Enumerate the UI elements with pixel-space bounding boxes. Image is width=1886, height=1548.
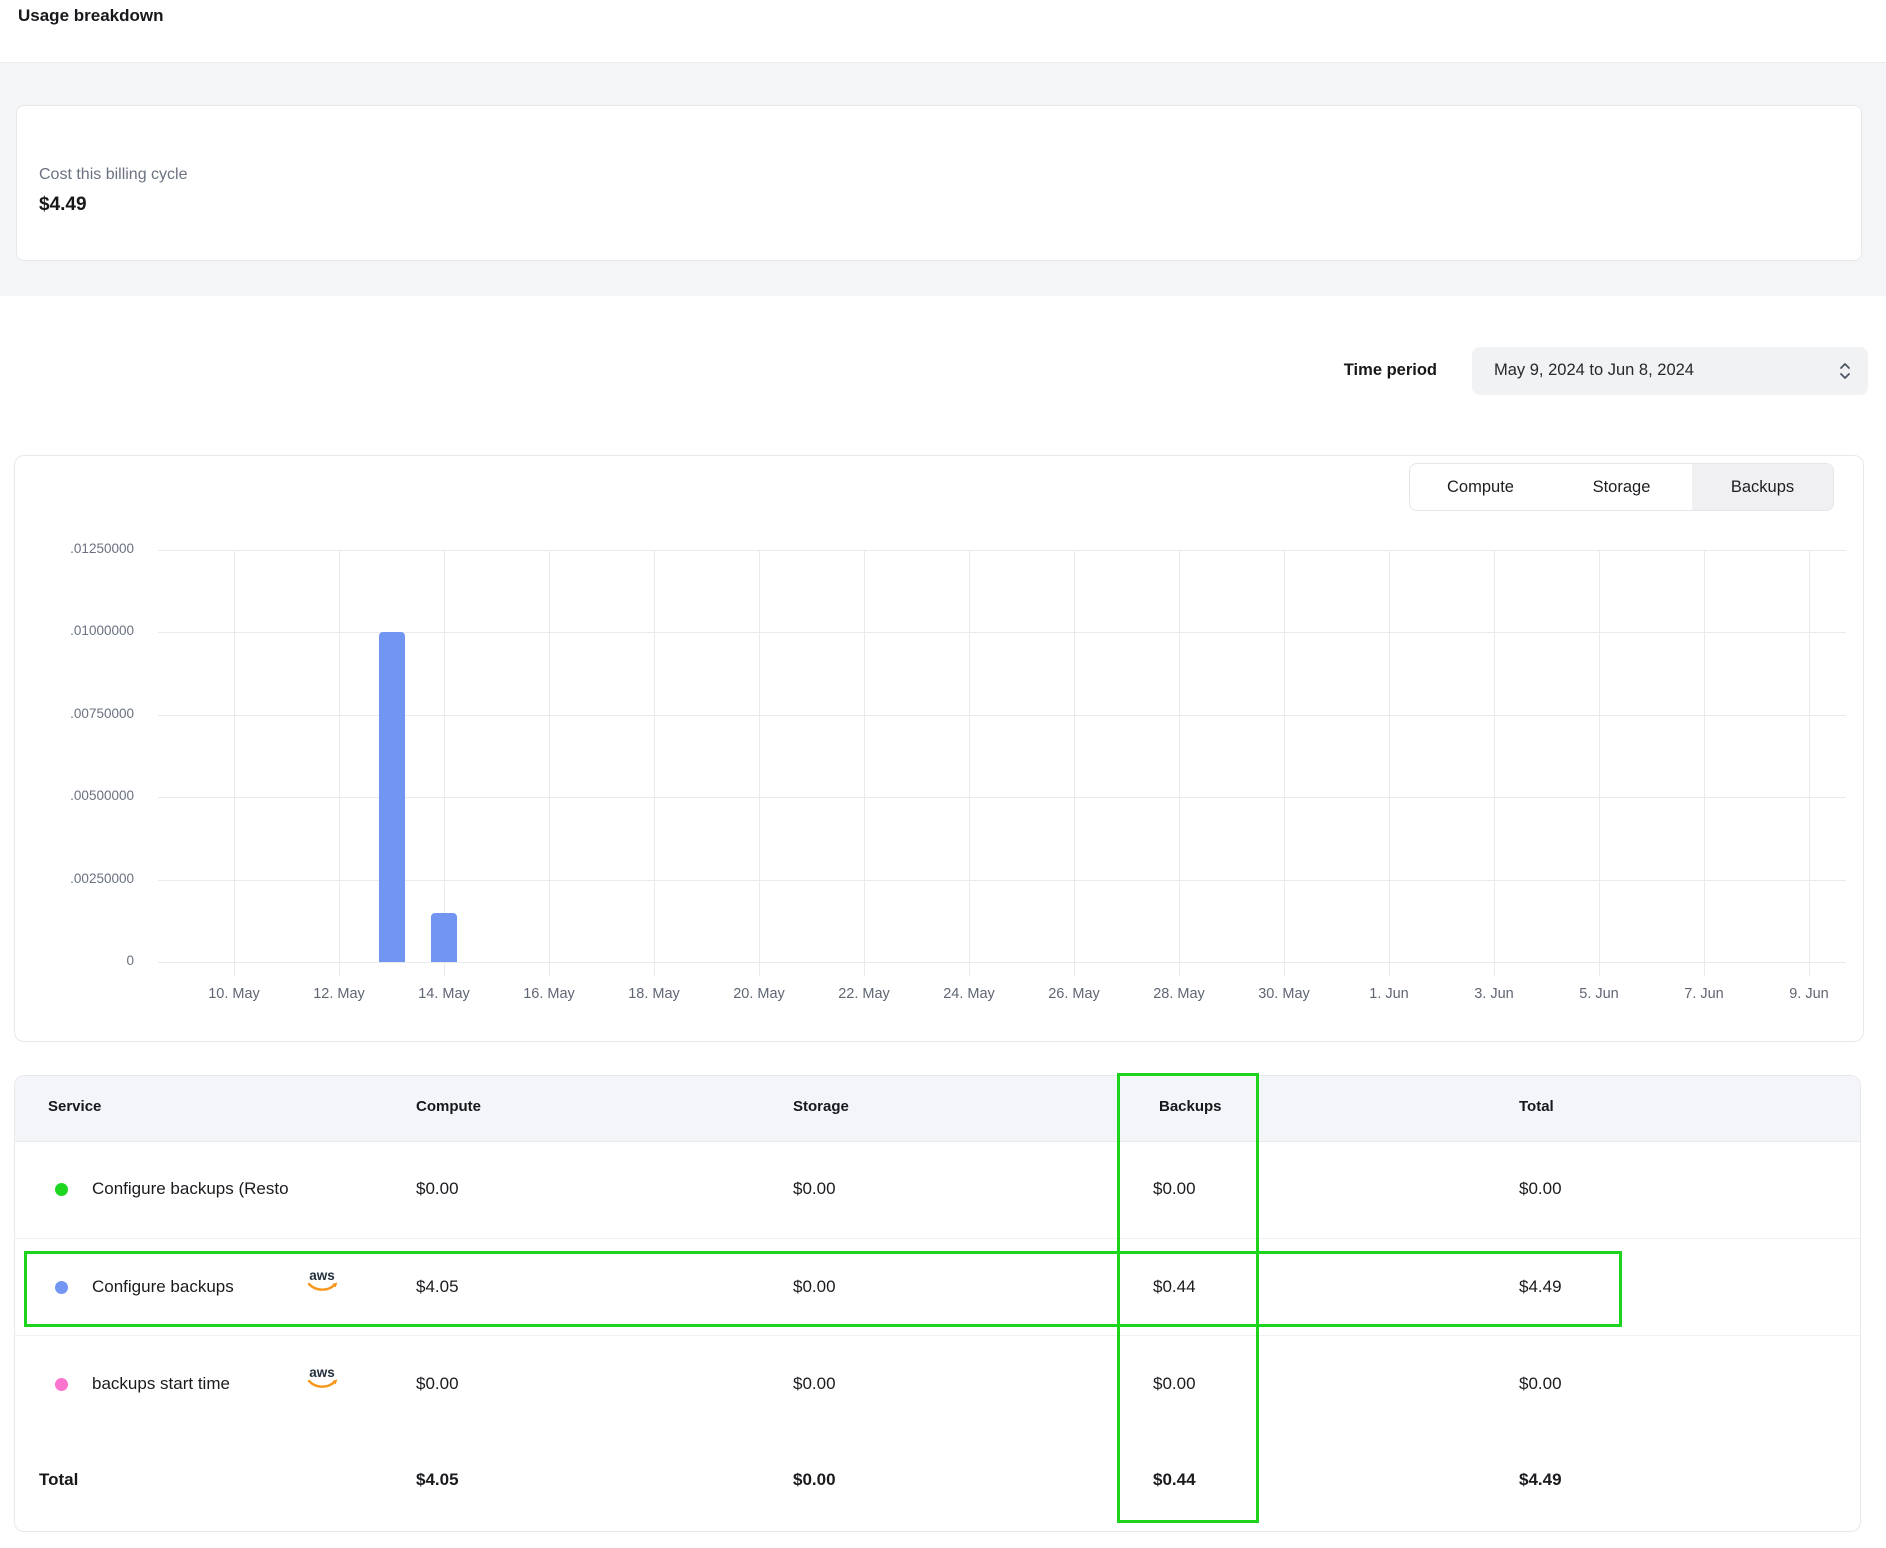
backups-value: $0.00 — [1153, 1179, 1196, 1199]
cost-summary-card: Cost this billing cycle $4.49 — [16, 105, 1862, 261]
x-axis-tick-label: 9. Jun — [1764, 986, 1854, 1002]
x-axis-tick-label: 10. May — [189, 986, 279, 1002]
column-header-storage: Storage — [793, 1098, 849, 1115]
svg-text:aws: aws — [309, 1365, 335, 1380]
table-row: backups start time aws $0.00 $0.00 $0.00 $0.0… — [15, 1335, 1860, 1433]
service-color-dot — [55, 1281, 68, 1294]
total-total-value: $4.49 — [1519, 1470, 1562, 1490]
x-axis-tick-label: 16. May — [504, 986, 594, 1002]
x-gridline — [1179, 550, 1180, 976]
total-value: $4.49 — [1519, 1277, 1562, 1297]
x-axis-tick-label: 30. May — [1239, 986, 1329, 1002]
service-name: Configure backups (Resto — [92, 1179, 289, 1199]
column-header-total: Total — [1519, 1098, 1554, 1115]
table-row: Configure backups aws $4.05 $0.00 $0.44 $4.49 — [15, 1238, 1860, 1336]
x-axis-tick-label: 7. Jun — [1659, 986, 1749, 1002]
cost-label: Cost this billing cycle — [39, 166, 188, 184]
x-gridline — [654, 550, 655, 976]
time-period-select[interactable]: May 9, 2024 to Jun 8, 2024 — [1472, 347, 1868, 395]
total-storage-value: $0.00 — [793, 1470, 836, 1490]
backups-value: $0.44 — [1153, 1277, 1196, 1297]
summary-band: Cost this billing cycle $4.49 — [0, 62, 1886, 296]
y-gridline — [158, 797, 1846, 798]
compute-value: $4.05 — [416, 1277, 459, 1297]
x-axis-tick-label: 28. May — [1134, 986, 1224, 1002]
y-gridline — [158, 880, 1846, 881]
total-row-label: Total — [39, 1470, 78, 1490]
service-color-dot — [55, 1183, 68, 1196]
usage-chart-card: ComputeStorageBackups .01250000 .01000000… — [14, 455, 1864, 1042]
tab-backups[interactable]: Backups — [1692, 464, 1833, 510]
bar-13-may — [379, 632, 405, 962]
compute-value: $0.00 — [416, 1374, 459, 1394]
x-gridline — [1599, 550, 1600, 976]
y-gridline — [158, 632, 1846, 633]
x-axis-tick-label: 26. May — [1029, 986, 1119, 1002]
x-gridline — [1284, 550, 1285, 976]
storage-value: $0.00 — [793, 1179, 836, 1199]
y-axis-tick-label: .00750000 — [24, 706, 134, 721]
y-axis-tick-label: .00250000 — [24, 871, 134, 886]
x-gridline — [864, 550, 865, 976]
x-gridline — [1809, 550, 1810, 976]
svg-text:aws: aws — [309, 1268, 335, 1283]
x-gridline — [1704, 550, 1705, 976]
storage-value: $0.00 — [793, 1374, 836, 1394]
service-name: Configure backups — [92, 1277, 234, 1297]
x-gridline — [549, 550, 550, 976]
x-axis-tick-label: 3. Jun — [1449, 986, 1539, 1002]
y-gridline — [158, 550, 1846, 551]
y-axis-tick-label: 0 — [24, 953, 134, 968]
total-value: $0.00 — [1519, 1374, 1562, 1394]
column-header-backups: Backups — [1159, 1098, 1222, 1115]
total-value: $0.00 — [1519, 1179, 1562, 1199]
x-gridline — [1074, 550, 1075, 976]
bar-14-may — [431, 913, 457, 962]
x-axis-tick-label: 1. Jun — [1344, 986, 1434, 1002]
usage-table: Service Compute Storage Backups Total Config… — [14, 1075, 1861, 1532]
page-title: Usage breakdown — [18, 6, 164, 26]
storage-value: $0.00 — [793, 1277, 836, 1297]
x-axis-tick-label: 5. Jun — [1554, 986, 1644, 1002]
time-period-label: Time period — [1200, 361, 1437, 380]
x-gridline — [234, 550, 235, 976]
y-gridline — [158, 962, 1846, 963]
y-axis-tick-label: .01000000 — [24, 623, 134, 638]
tab-storage[interactable]: Storage — [1551, 464, 1692, 510]
chevron-up-down-icon — [1838, 360, 1852, 387]
total-compute-value: $4.05 — [416, 1470, 459, 1490]
table-row: Configure backups (Resto $0.00 $0.00 $0.00 $… — [15, 1141, 1860, 1238]
cost-value: $4.49 — [39, 194, 87, 216]
x-gridline — [339, 550, 340, 976]
x-gridline — [969, 550, 970, 976]
total-backups-value: $0.44 — [1153, 1470, 1196, 1490]
service-name: backups start time — [92, 1374, 230, 1394]
column-header-compute: Compute — [416, 1098, 481, 1115]
backups-value: $0.00 — [1153, 1374, 1196, 1394]
x-axis-tick-label: 18. May — [609, 986, 699, 1002]
x-axis-tick-label: 20. May — [714, 986, 804, 1002]
x-axis-tick-label: 12. May — [294, 986, 384, 1002]
aws-logo-icon: aws — [304, 1364, 340, 1399]
x-axis-tick-label: 14. May — [399, 986, 489, 1002]
y-axis-tick-label: .00500000 — [24, 788, 134, 803]
x-gridline — [1389, 550, 1390, 976]
service-color-dot — [55, 1378, 68, 1391]
table-header-row: Service Compute Storage Backups Total — [15, 1076, 1860, 1142]
column-header-service: Service — [48, 1098, 101, 1115]
aws-logo-icon: aws — [304, 1267, 340, 1302]
chart-metric-tabs: ComputeStorageBackups — [1409, 463, 1834, 511]
y-gridline — [158, 715, 1846, 716]
table-total-row: Total $4.05 $0.00 $0.44 $4.49 — [15, 1432, 1860, 1531]
x-axis-tick-label: 24. May — [924, 986, 1014, 1002]
y-axis-tick-label: .01250000 — [24, 541, 134, 556]
tab-compute[interactable]: Compute — [1410, 464, 1551, 510]
compute-value: $0.00 — [416, 1179, 459, 1199]
x-gridline — [1494, 550, 1495, 976]
x-gridline — [759, 550, 760, 976]
x-axis-tick-label: 22. May — [819, 986, 909, 1002]
time-period-value: May 9, 2024 to Jun 8, 2024 — [1494, 361, 1694, 380]
